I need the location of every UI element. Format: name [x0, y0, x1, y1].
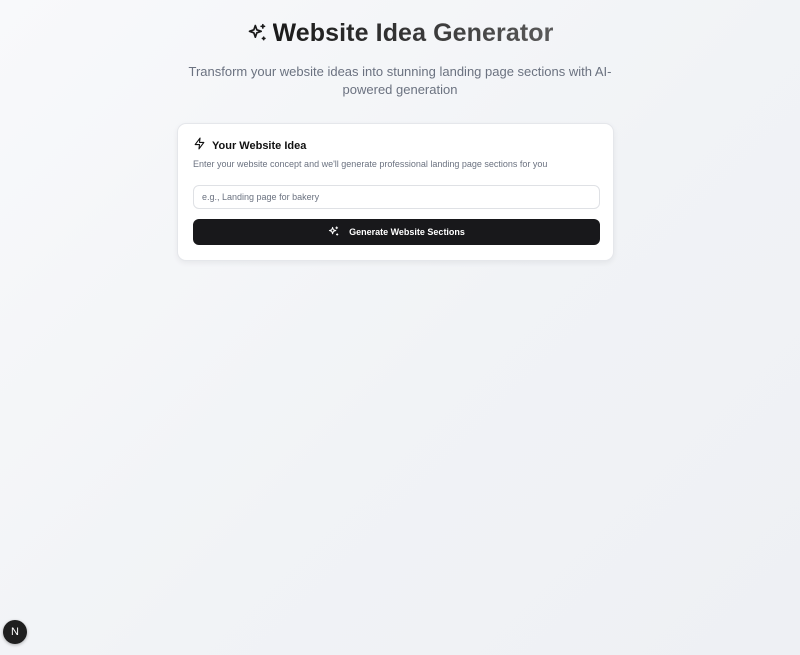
nextjs-dev-indicator[interactable]: N	[3, 620, 27, 644]
lightning-icon	[193, 137, 206, 155]
card-title: Your Website Idea	[212, 140, 307, 152]
generate-button[interactable]: Generate Website Sections	[193, 219, 600, 245]
title-row: Website Idea Generator	[0, 19, 800, 47]
page-header: Website Idea Generator Transform your we…	[0, 0, 800, 99]
page-subtitle: Transform your website ideas into stunni…	[188, 64, 612, 97]
card-header: Your Website Idea	[193, 137, 598, 155]
generate-button-label: Generate Website Sections	[349, 227, 465, 237]
nextjs-logo-icon: N	[11, 626, 19, 638]
website-idea-input[interactable]	[193, 185, 600, 209]
sparkles-icon	[247, 23, 267, 43]
idea-card: Your Website Idea Enter your website con…	[177, 123, 614, 261]
page-title: Website Idea Generator	[272, 18, 554, 47]
card-description: Enter your website concept and we'll gen…	[193, 159, 548, 169]
sparkles-icon	[328, 225, 339, 239]
